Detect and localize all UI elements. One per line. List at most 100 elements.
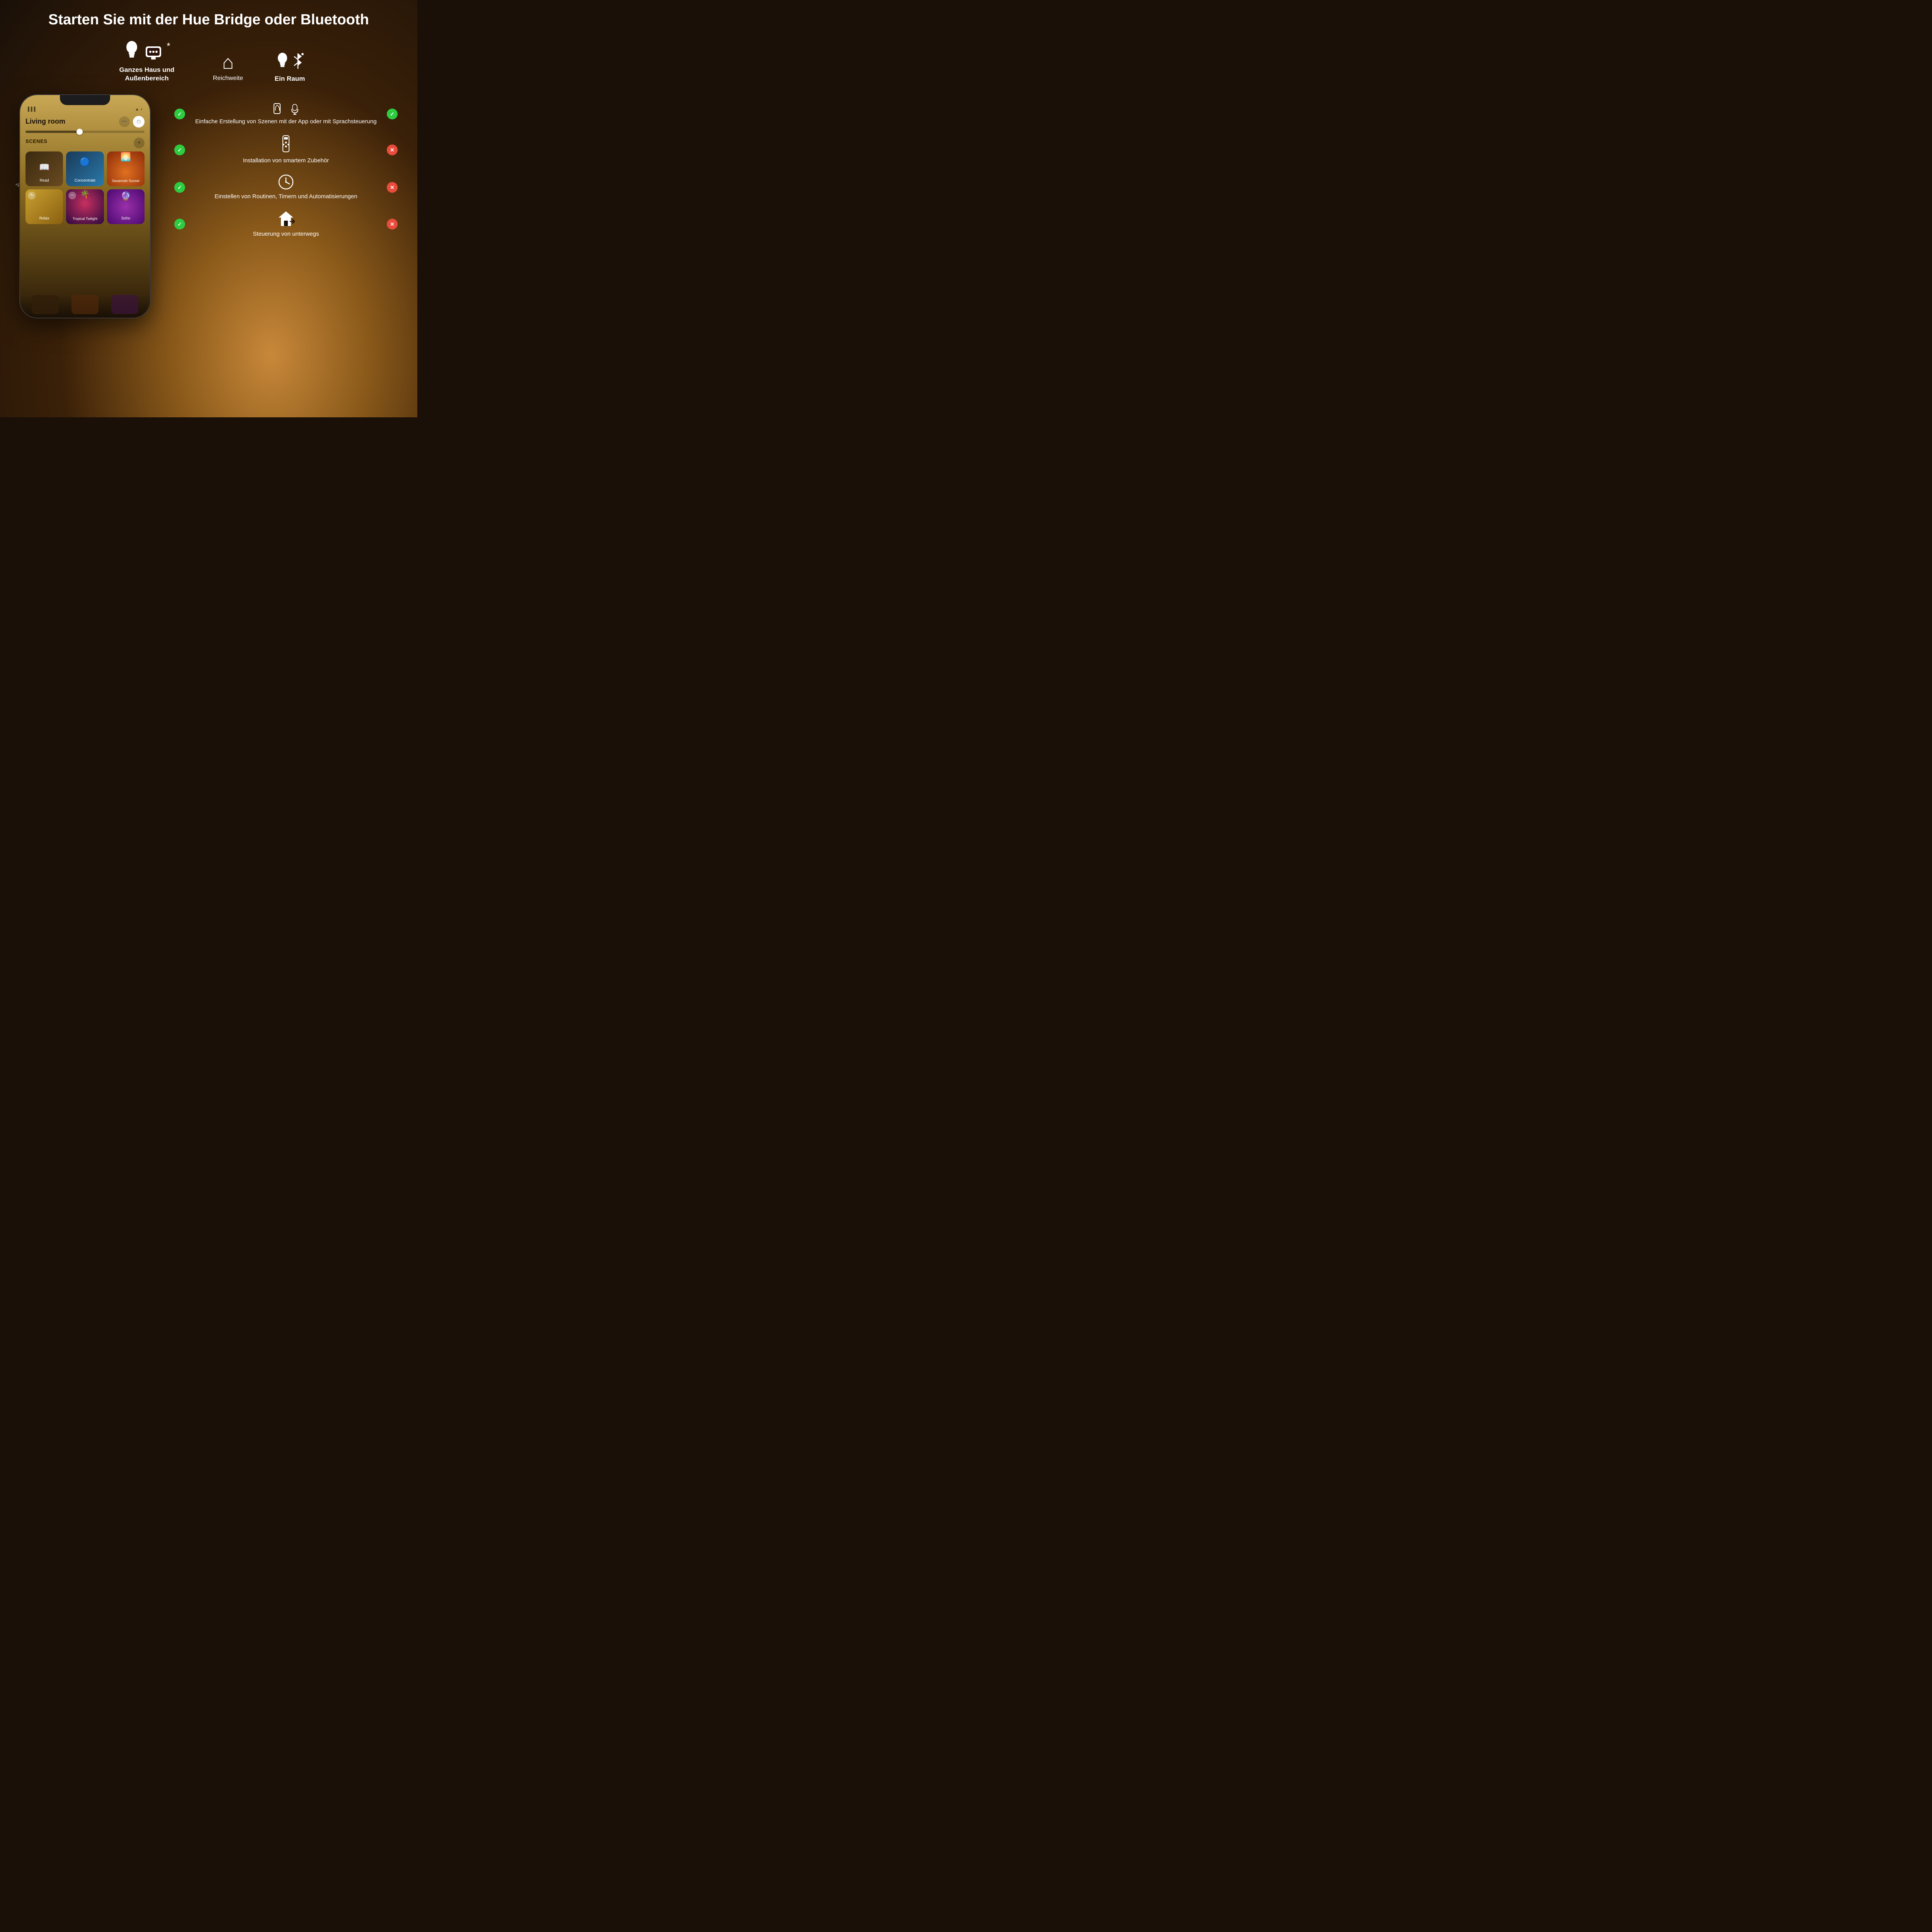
voice-icon [288, 102, 302, 116]
comparison-section: ✓ [166, 102, 402, 247]
bluetooth-icons [275, 51, 304, 71]
cross-circle-bt-acc: ✕ [387, 145, 398, 155]
signal-bars: ▌▌▌ [28, 107, 37, 112]
room-actions: ••• ⏻ [119, 116, 145, 128]
savannah-scene-icon: 🌅 [121, 152, 131, 162]
soho-scene-icon: 🔮 [121, 191, 131, 201]
accessory-icon [279, 135, 293, 154]
clock-icon [278, 174, 294, 190]
scenes-header: SCENES + [26, 138, 145, 148]
bridge-icon [143, 40, 164, 62]
scene-card-tropical[interactable]: ••• 🌴 Tropical Twilight [66, 189, 104, 224]
check-icon-remote: ✓ [177, 221, 182, 228]
scenes-label: SCENES [26, 138, 47, 144]
bridge-asterisk: * [167, 41, 170, 52]
page-title: Starten Sie mit der Hue Bridge oder Blue… [15, 12, 402, 29]
bluetooth-label: Ein Raum [275, 75, 305, 83]
scenes-grid-row2: ✎ Relax ••• 🌴 Tropical Twilight 🔮 Soho [26, 189, 145, 224]
status-icons: ▲ ▪ [135, 107, 142, 112]
bluetooth-icon [291, 51, 304, 71]
feature-row-scene-creation: ✓ [170, 102, 402, 126]
cross-icon-acc: ✕ [390, 147, 395, 153]
column-headers: * Ganzes Haus und Außenbereich ⌂ Reichwe… [15, 39, 402, 83]
bridge-check-remote: ✓ [170, 218, 189, 230]
page-content: Starten Sie mit der Hue Bridge oder Blue… [0, 0, 417, 417]
nfc-icons [270, 102, 302, 116]
check-icon-routines: ✓ [177, 184, 182, 191]
feature-row-remote: ✓ Steuerung von unterwegs [170, 210, 402, 238]
bridge-check-scene: ✓ [170, 108, 189, 119]
feature-text-accessories: Installation von smartem Zubehör [243, 156, 329, 165]
scene-card-savannah[interactable]: 🌅 Savannah Sunset [107, 151, 145, 186]
battery-icon: ▪ [141, 107, 142, 112]
feature-center-accessories: Installation von smartem Zubehör [189, 135, 383, 165]
nfc-phone-icon [270, 102, 284, 116]
check-icon-bt: ✓ [390, 111, 395, 117]
power-icon: ⏻ [137, 119, 141, 125]
scene-card-relax[interactable]: ✎ Relax [26, 189, 63, 224]
savannah-scene-name: Savannah Sunset [110, 179, 141, 183]
bluetooth-column: Ein Raum [259, 51, 321, 83]
range-label: Reichweite [213, 75, 243, 82]
range-column: ⌂ Reichweite [197, 53, 259, 83]
read-scene-icon: 📖 [39, 162, 49, 172]
feature-row-accessories: ✓ Installation von smartem Zubehör [170, 135, 402, 165]
check-circle-bridge-routines: ✓ [174, 182, 185, 193]
check-icon-acc: ✓ [177, 147, 182, 153]
slider-thumb [77, 129, 83, 135]
concentrate-scene-icon: 🔵 [80, 157, 90, 167]
phone-outer: ▌▌▌ ▲ ▪ Living room ••• [19, 94, 151, 318]
scene-card-concentrate[interactable]: 🔵 Concentrate [66, 151, 104, 186]
scene-card-soho[interactable]: 🔮 Soho [107, 189, 145, 224]
phone-notch [60, 95, 110, 105]
cross-icon-remote: ✕ [390, 221, 395, 228]
cross-icon-routines: ✕ [390, 184, 395, 191]
feature-center-routines: Einstellen von Routinen, Timern und Auto… [189, 174, 383, 201]
slider-fill [26, 131, 79, 133]
bridge-column: * Ganzes Haus und Außenbereich [97, 39, 197, 83]
plus-icon: + [137, 139, 141, 146]
room-header: Living room ••• ⏻ [26, 116, 145, 128]
bridge-check-routines: ✓ [170, 181, 189, 193]
tropical-scene-name: Tropical Twilight [69, 217, 100, 221]
power-button[interactable]: ⏻ [133, 116, 145, 128]
scene-card-read[interactable]: 📖 Read [26, 151, 63, 186]
phone-mockup: ▌▌▌ ▲ ▪ Living room ••• [15, 94, 166, 318]
bottom-scene-1 [32, 295, 59, 314]
read-scene-name: Read [29, 179, 60, 183]
phone-bottom-strip [20, 294, 150, 318]
feature-text-routines: Einstellen von Routinen, Timern und Auto… [214, 192, 357, 201]
check-circle-bridge-scene: ✓ [174, 109, 185, 119]
bluetooth-cross-routines: ✕ [383, 181, 402, 193]
brightness-slider[interactable] [26, 131, 145, 133]
wifi-icon: ▲ [135, 107, 139, 112]
check-icon: ✓ [177, 111, 182, 117]
dots-button[interactable]: ••• [119, 116, 130, 127]
bottom-scene-2 [71, 295, 99, 314]
bulb-icon [123, 39, 140, 62]
scenes-grid-row1: 📖 Read 🔵 Concentrate 🌅 Savannah Sunset [26, 151, 145, 186]
soho-scene-name: Soho [110, 216, 141, 221]
slider-track [26, 131, 145, 133]
check-circle-bt-scene: ✓ [387, 109, 398, 119]
bluetooth-cross-remote: ✕ [383, 218, 402, 230]
edit-overlay[interactable]: ✎ [28, 192, 36, 199]
cross-circle-bt-routines: ✕ [387, 182, 398, 193]
feature-text-scene: Einfache Erstellung von Szenen mit der A… [195, 117, 376, 126]
add-scene-button[interactable]: + [134, 138, 145, 148]
main-layout: ▌▌▌ ▲ ▪ Living room ••• [15, 102, 402, 318]
feature-text-remote: Steuerung von unterwegs [253, 230, 319, 238]
phone-content: Living room ••• ⏻ [20, 114, 150, 226]
more-overlay[interactable]: ••• [68, 192, 76, 199]
bridge-label: Ganzes Haus und Außenbereich [97, 66, 197, 83]
room-name: Living room [26, 117, 65, 126]
check-circle-bridge-remote: ✓ [174, 219, 185, 230]
bluetooth-cross-accessories: ✕ [383, 144, 402, 155]
tropical-scene-icon: 🌴 [80, 189, 90, 199]
bulb-icon-2 [275, 51, 290, 71]
bluetooth-check-scene: ✓ [383, 108, 402, 119]
bridge-check-accessories: ✓ [170, 144, 189, 155]
range-icon: ⌂ [222, 53, 234, 72]
concentrate-scene-name: Concentrate [69, 179, 100, 183]
bottom-scene-3 [111, 295, 138, 314]
